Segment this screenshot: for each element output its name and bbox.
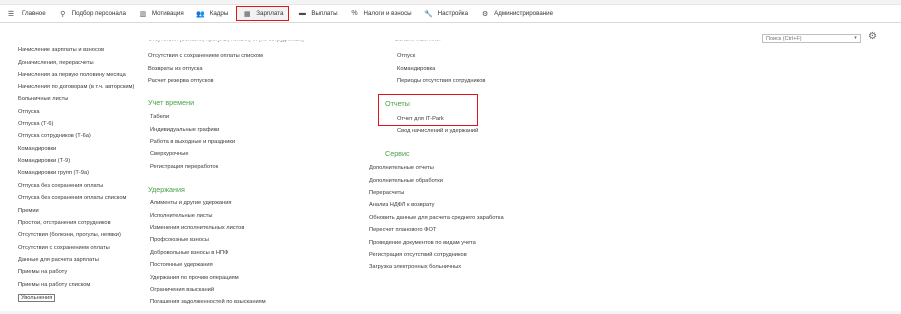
deduction-link[interactable]: Изменения исполнительных листов xyxy=(150,225,244,231)
col1-link[interactable]: Отпуска xyxy=(18,109,40,115)
deduction-link[interactable]: Погашения задолженностей по взысканиям xyxy=(150,299,266,305)
people-search-icon: ⚲ xyxy=(60,10,66,18)
col1-link[interactable]: Доначисления, перерасчеты xyxy=(18,60,94,66)
col1-link[interactable]: Приемы на работу xyxy=(18,269,67,275)
col3-link[interactable]: Отпуск xyxy=(397,53,415,59)
col1-link[interactable]: Отпуска сотрудников (Т-6а) xyxy=(18,133,91,139)
wrench-icon: 🔧 xyxy=(424,10,433,18)
main-menu-bar: ☰ Главное ⚲ Подбор персонала ▥ Мотивация 👥 Кадр… xyxy=(0,5,901,23)
col1-link[interactable]: Командировки групп (Т-9а) xyxy=(18,170,89,176)
deduction-link[interactable]: Исполнительные листы xyxy=(150,213,213,219)
service-link[interactable]: Регистрация отсутствий сотрудников xyxy=(369,252,467,258)
payout-icon: ▬ xyxy=(298,10,306,17)
menu-item-label: Настройка xyxy=(437,10,469,17)
col1-link[interactable]: Отпуска без сохранения оплаты списком xyxy=(18,195,126,201)
time-link[interactable]: Сверхурочные xyxy=(150,151,189,157)
time-link[interactable]: Индивидуальные графики xyxy=(150,127,219,133)
time-tracking-heading: Учет времени xyxy=(148,98,195,107)
time-link[interactable]: Табели xyxy=(150,114,169,120)
col1-link[interactable]: Командировки xyxy=(18,146,56,152)
search-input[interactable] xyxy=(762,34,861,43)
col2-cut-link[interactable]: Отсутствия (болезни, прогулы, неявки) ..… xyxy=(148,41,304,43)
col1-link[interactable]: Начисления по договорам (в т.ч. авторски… xyxy=(18,84,134,90)
menu-item-3[interactable]: 👥 Кадры xyxy=(190,5,235,23)
col1-link[interactable]: Приемы на работу списком xyxy=(18,282,90,288)
deduction-link[interactable]: Удержания по прочим операциям xyxy=(150,275,239,281)
search-dropdown-button[interactable]: ▾ xyxy=(851,34,861,43)
col1-link[interactable]: Увольнения xyxy=(18,294,56,302)
calculator-icon: ▦ xyxy=(243,10,251,18)
col1-link[interactable]: Премии xyxy=(18,208,39,214)
menu-item-label: Налоги и взносы xyxy=(363,10,412,17)
col3-link[interactable]: Периоды отсутствия сотрудников xyxy=(397,78,485,84)
service-link[interactable]: Загрузка электронных больничных xyxy=(369,264,461,270)
col1-link[interactable]: Данные для расчета зарплаты xyxy=(18,257,99,263)
chart-bars-icon: ▥ xyxy=(139,10,147,18)
gear-icon: ⚙ xyxy=(481,10,489,18)
col1-link[interactable]: Начисление зарплаты и взносов xyxy=(18,47,104,53)
menu-item-label: Главное xyxy=(22,10,46,17)
menu-item-label: Мотивация xyxy=(151,10,184,17)
settings-gear-icon[interactable]: ⚙ xyxy=(868,31,877,42)
col1-link[interactable]: Отпуска (Т-6) xyxy=(18,121,53,127)
deduction-link[interactable]: Профсоюзные взносы xyxy=(150,237,209,243)
report-link[interactable]: Свод начислений и удержаний xyxy=(397,128,478,134)
menu-item-label: Выплаты xyxy=(311,10,338,17)
service-link[interactable]: Проведение документов по видам учета xyxy=(369,240,476,246)
service-link[interactable]: Обновить данные для расчета среднего зар… xyxy=(369,215,504,221)
menu-item-7[interactable]: 🔧 Настройка xyxy=(418,5,474,23)
menu-item-8[interactable]: ⚙ Администрирование xyxy=(474,5,559,23)
service-link[interactable]: Перерасчеты xyxy=(369,190,404,196)
time-link[interactable]: Регистрация переработок xyxy=(150,164,218,170)
service-heading: Сервис xyxy=(385,149,410,158)
menu-item-label: Администрирование xyxy=(494,10,554,17)
deduction-link[interactable]: Добровольные взносы в НПФ xyxy=(150,250,228,256)
service-link[interactable]: Дополнительные обработки xyxy=(369,178,443,184)
hamburger-icon: ☰ xyxy=(7,10,15,18)
staff-icon: 👥 xyxy=(196,10,206,18)
menu-item-label: Подбор персонала xyxy=(71,10,126,17)
deduction-link[interactable]: Постоянные удержания xyxy=(150,262,213,268)
col1-link[interactable]: Больничные листы xyxy=(18,96,68,102)
service-link[interactable]: Дополнительные отчеты xyxy=(369,165,434,171)
col1-link[interactable]: Отпуска без сохранения оплаты xyxy=(18,183,103,189)
col3-link[interactable]: Командировка xyxy=(397,66,435,72)
service-link[interactable]: Пересчет планового ФОТ xyxy=(369,227,436,233)
menu-item-1[interactable]: ⚲ Подбор персонала xyxy=(52,5,132,23)
deductions-heading: Удержания xyxy=(148,185,185,194)
col2-link[interactable]: Расчет резерва отпусков xyxy=(148,78,214,84)
menu-item-6[interactable]: % Налоги и взносы xyxy=(344,5,418,23)
col1-link[interactable]: Простои, отстранения сотрудников xyxy=(18,220,111,226)
col1-link[interactable]: Отсутствия (болезни, прогулы, неявки) xyxy=(18,232,121,238)
reports-highlight-box xyxy=(378,94,478,126)
col2-link[interactable]: Возвраты из отпуска xyxy=(148,66,202,72)
col1-link[interactable]: Командировки (Т-9) xyxy=(18,158,70,164)
menu-item-label: Кадры xyxy=(209,10,229,17)
menu-item-2[interactable]: ▥ Мотивация xyxy=(132,5,190,23)
menu-item-4[interactable]: ▦ Зарплата xyxy=(236,6,290,21)
col1-link[interactable]: Отсутствия с сохранением оплаты xyxy=(18,245,110,251)
deduction-link[interactable]: Ограничения взысканий xyxy=(150,287,214,293)
col2-link[interactable]: Отсутствия с сохранением оплаты списком xyxy=(148,53,263,59)
col1-link[interactable]: Начисления за первую половину месяца xyxy=(18,72,126,78)
col3-cut-link[interactable]: Больничный лист xyxy=(395,41,441,43)
menu-item-label: Зарплата xyxy=(256,10,284,17)
menu-item-5[interactable]: ▬ Выплаты xyxy=(291,5,343,23)
menu-item-0[interactable]: ☰ Главное xyxy=(0,5,52,23)
time-link[interactable]: Работа в выходные и праздники xyxy=(150,139,235,145)
service-link[interactable]: Анализ НДФЛ к возврату xyxy=(369,202,435,208)
deduction-link[interactable]: Алименты и другие удержания xyxy=(150,200,231,206)
percent-icon: % xyxy=(351,10,358,17)
